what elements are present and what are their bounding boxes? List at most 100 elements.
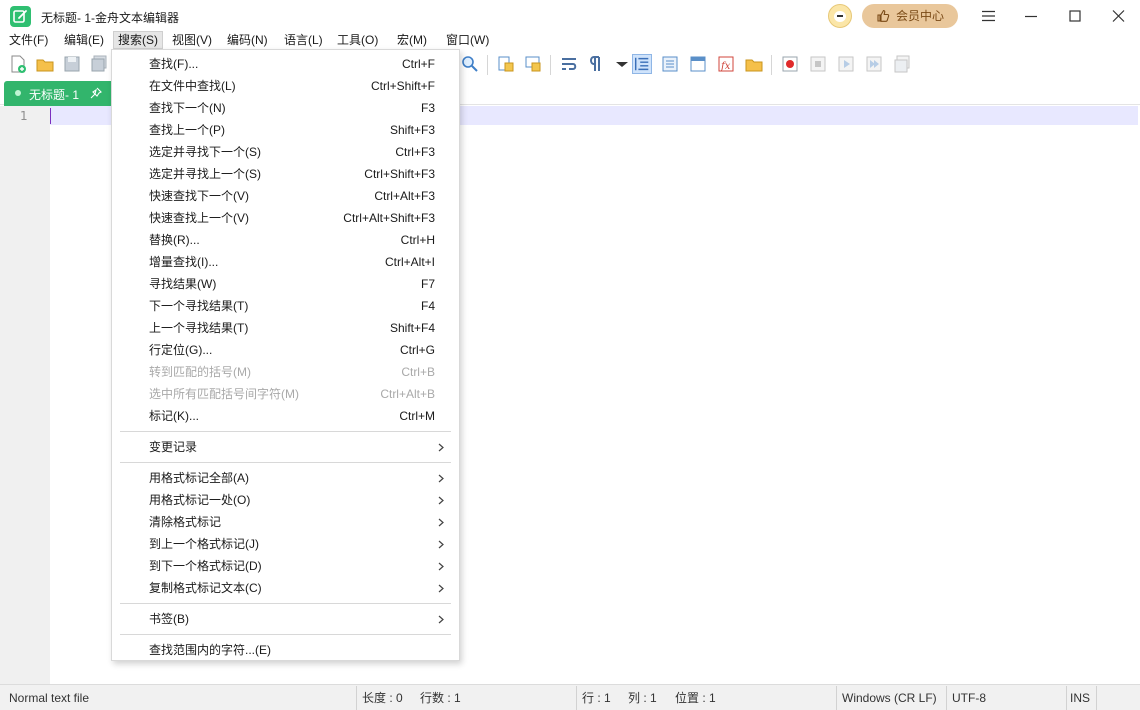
menu-item-label: 到下一个格式标记(D)	[149, 559, 262, 573]
menu-item-label: 快速查找上一个(V)	[149, 211, 249, 225]
word-wrap-icon[interactable]	[559, 54, 579, 74]
run-macro-multiple-icon[interactable]	[864, 54, 884, 74]
menu-item-previous-search-result[interactable]: 上一个寻找结果(T) Shift+F4	[112, 317, 459, 339]
minimize-icon[interactable]	[1017, 4, 1045, 28]
menu-item-shortcut: Ctrl+Shift+F	[370, 79, 435, 93]
menu-item-shortcut: Ctrl+Alt+Shift+F3	[343, 211, 435, 225]
stop-macro-icon[interactable]	[808, 54, 828, 74]
menu-item-label: 复制格式标记文本(C)	[149, 581, 262, 595]
menu-bar: 文件(F) 编辑(E) 搜索(S) 视图(V) 编码(N) 语言(L) 工具(O…	[0, 31, 1140, 49]
menu-item-label: 上一个寻找结果(T)	[149, 321, 249, 335]
play-macro-icon[interactable]	[836, 54, 856, 74]
maximize-icon[interactable]	[1061, 4, 1089, 28]
pin-icon[interactable]	[90, 87, 102, 99]
menu-item-copy-styled-text[interactable]: 复制格式标记文本(C)	[112, 577, 459, 599]
menu-separator	[120, 603, 451, 604]
menu-item-goto-matching-brace: 转到匹配的括号(M) Ctrl+B	[112, 361, 459, 383]
status-separator	[1096, 686, 1097, 710]
menu-item-mark[interactable]: 标记(K)... Ctrl+M	[112, 405, 459, 427]
menu-search[interactable]: 搜索(S)	[113, 31, 163, 49]
chevron-right-icon	[438, 584, 444, 593]
status-separator	[836, 686, 837, 710]
menu-item-change-history[interactable]: 变更记录	[112, 436, 459, 458]
toolbar-separator	[487, 55, 488, 75]
mascot-icon[interactable]	[828, 4, 852, 28]
menu-item-find-previous[interactable]: 查找上一个(P) Shift+F3	[112, 119, 459, 141]
sync-vertical-icon[interactable]	[496, 54, 516, 74]
menu-language[interactable]: 语言(L)	[280, 31, 327, 49]
menu-item-label: 查找范围内的字符...(E)	[149, 643, 271, 657]
record-macro-icon[interactable]	[780, 54, 800, 74]
menu-item-quick-find-previous[interactable]: 快速查找上一个(V) Ctrl+Alt+Shift+F3	[112, 207, 459, 229]
menu-item-clear-style[interactable]: 清除格式标记	[112, 511, 459, 533]
open-folder-icon[interactable]	[35, 54, 55, 74]
tab-untitled-1[interactable]: 无标题- 1	[4, 81, 114, 106]
save-all-icon[interactable]	[89, 54, 109, 74]
folder-workspace-icon[interactable]	[744, 54, 764, 74]
menu-item-label: 转到匹配的括号(M)	[149, 365, 251, 379]
saved-status-dot	[15, 90, 21, 96]
status-separator	[576, 686, 577, 710]
menu-item-next-search-result[interactable]: 下一个寻找结果(T) F4	[112, 295, 459, 317]
save-icon[interactable]	[62, 54, 82, 74]
menu-item-shortcut: Ctrl+M	[399, 409, 435, 423]
menu-window[interactable]: 窗口(W)	[442, 31, 493, 49]
menu-encoding[interactable]: 编码(N)	[223, 31, 272, 49]
status-lines: 行数 : 1	[420, 691, 461, 705]
status-position: 位置 : 1	[675, 691, 716, 705]
chevron-right-icon	[438, 474, 444, 483]
status-separator	[946, 686, 947, 710]
menu-item-label: 书签(B)	[149, 612, 189, 626]
menu-item-shortcut: Ctrl+B	[401, 365, 435, 379]
menu-item-select-find-previous[interactable]: 选定并寻找上一个(S) Ctrl+Shift+F3	[112, 163, 459, 185]
status-eol[interactable]: Windows (CR LF)	[842, 685, 937, 710]
menu-view[interactable]: 视图(V)	[168, 31, 216, 49]
hamburger-menu-icon[interactable]	[974, 4, 1002, 28]
menu-item-label: 清除格式标记	[149, 515, 222, 529]
toolbar-separator	[771, 55, 772, 75]
menu-item-find-in-files[interactable]: 在文件中查找(L) Ctrl+Shift+F	[112, 75, 459, 97]
status-insert-mode[interactable]: INS	[1070, 685, 1090, 710]
status-encoding[interactable]: UTF-8	[952, 685, 986, 710]
indent-guide-icon[interactable]	[632, 54, 652, 74]
close-icon[interactable]	[1104, 4, 1132, 28]
menu-item-style-one[interactable]: 用格式标记一处(O)	[112, 489, 459, 511]
menu-item-shortcut: Ctrl+Shift+F3	[364, 167, 435, 181]
menu-item-goto-line[interactable]: 行定位(G)... Ctrl+G	[112, 339, 459, 361]
menu-item-find-next[interactable]: 查找下一个(N) F3	[112, 97, 459, 119]
menu-item-next-style[interactable]: 到下一个格式标记(D)	[112, 555, 459, 577]
menu-tools[interactable]: 工具(O)	[333, 31, 382, 49]
menu-item-replace[interactable]: 替换(R)... Ctrl+H	[112, 229, 459, 251]
menu-item-select-find-next[interactable]: 选定并寻找下一个(S) Ctrl+F3	[112, 141, 459, 163]
menu-item-bookmark[interactable]: 书签(B)	[112, 608, 459, 630]
document-map-icon[interactable]	[660, 54, 680, 74]
chevron-right-icon	[438, 496, 444, 505]
menu-item-label: 变更记录	[149, 440, 198, 454]
menu-separator	[120, 462, 451, 463]
sync-horizontal-icon[interactable]	[523, 54, 543, 74]
menu-item-find-chars-in-range[interactable]: 查找范围内的字符...(E)	[112, 639, 459, 661]
menu-item-quick-find-next[interactable]: 快速查找下一个(V) Ctrl+Alt+F3	[112, 185, 459, 207]
menu-item-style-all[interactable]: 用格式标记全部(A)	[112, 467, 459, 489]
menu-item-previous-style[interactable]: 到上一个格式标记(J)	[112, 533, 459, 555]
menu-item-search-results[interactable]: 寻找结果(W) F7	[112, 273, 459, 295]
function-list-icon[interactable]: fx	[716, 54, 736, 74]
menu-item-label: 查找上一个(P)	[149, 123, 225, 137]
menu-file[interactable]: 文件(F)	[5, 31, 52, 49]
save-macro-icon[interactable]	[892, 54, 912, 74]
menu-item-shortcut: F3	[420, 101, 435, 115]
menu-item-find[interactable]: 查找(F)... Ctrl+F	[112, 53, 459, 75]
chevron-right-icon	[438, 615, 444, 624]
dropdown-arrow-icon[interactable]	[612, 54, 632, 74]
vip-center-button[interactable]: 会员中心	[862, 4, 958, 28]
new-file-icon[interactable]	[8, 54, 28, 74]
show-all-chars-icon[interactable]	[586, 54, 606, 74]
status-col: 列 : 1	[628, 691, 657, 705]
zoom-icon[interactable]	[460, 54, 480, 74]
vip-center-label: 会员中心	[896, 9, 945, 23]
menu-macro[interactable]: 宏(M)	[393, 31, 431, 49]
panel-icon[interactable]	[688, 54, 708, 74]
status-file-type: Normal text file	[9, 691, 90, 705]
menu-item-incremental-search[interactable]: 增量查找(I)... Ctrl+Alt+I	[112, 251, 459, 273]
menu-edit[interactable]: 编辑(E)	[60, 31, 108, 49]
